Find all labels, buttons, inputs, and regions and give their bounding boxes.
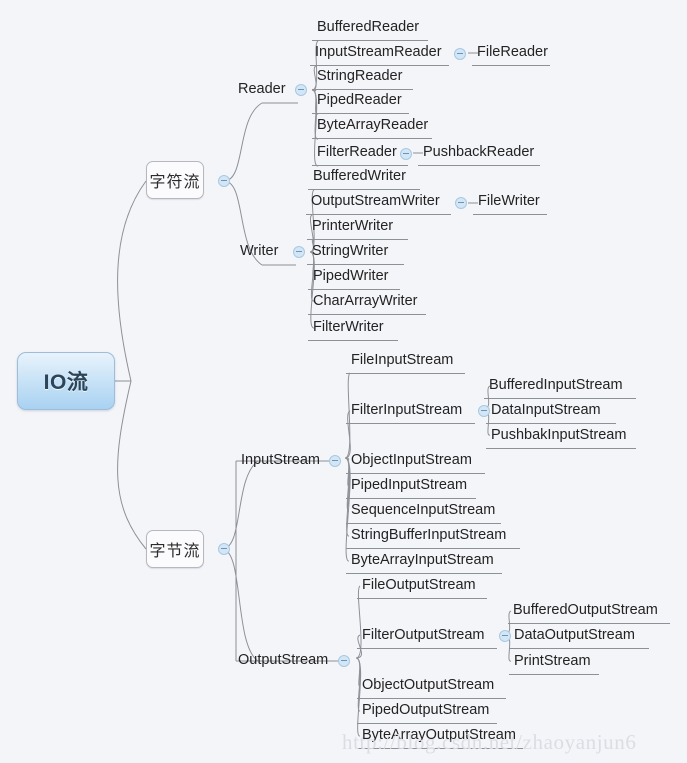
node-underline [472, 65, 550, 66]
node-underline [346, 423, 475, 424]
node-underline [357, 598, 487, 599]
node-printer-writer[interactable]: PrinterWriter [312, 218, 393, 235]
node-filter-output-stream[interactable]: FilterOutputStream [362, 627, 485, 644]
node-file-output-stream[interactable]: FileOutputStream [362, 577, 476, 594]
node-underline [486, 423, 616, 424]
node-underline [308, 314, 426, 315]
minus-circle-icon-filter-input-stream[interactable] [478, 405, 490, 417]
node-underline [473, 214, 547, 215]
node-pushbak-input-stream[interactable]: PushbakInputStream [491, 427, 626, 444]
node-underline [307, 239, 408, 240]
minus-circle-icon-byte-stream[interactable] [218, 543, 230, 555]
minus-circle-icon-writer[interactable] [293, 246, 305, 258]
node-underline [346, 523, 501, 524]
node-filter-writer[interactable]: FilterWriter [313, 319, 384, 336]
node-underline [346, 373, 465, 374]
node-filter-input-stream[interactable]: FilterInputStream [351, 402, 462, 419]
minus-circle-icon-filter-output-stream[interactable] [499, 630, 511, 642]
mindmap-canvas: IO流 字符流 字节流 Reader BufferedReader InputS… [0, 0, 687, 763]
node-underline [509, 674, 599, 675]
node-underline [306, 214, 451, 215]
node-file-writer[interactable]: FileWriter [478, 193, 540, 210]
minus-circle-icon-output-stream-writer[interactable] [455, 197, 467, 209]
node-underline [357, 648, 497, 649]
node-output-stream[interactable]: OutputStream [238, 652, 328, 669]
minus-circle-icon-character-stream[interactable] [218, 175, 230, 187]
minus-circle-icon-input-stream[interactable] [329, 455, 341, 467]
node-buffered-output-stream[interactable]: BufferedOutputStream [513, 602, 658, 619]
node-input-stream[interactable]: InputStream [241, 452, 320, 469]
node-buffered-input-stream[interactable]: BufferedInputStream [489, 377, 623, 394]
node-data-input-stream[interactable]: DataInputStream [491, 402, 601, 419]
node-underline [307, 264, 404, 265]
node-string-writer[interactable]: StringWriter [312, 243, 388, 260]
node-piped-output-stream[interactable]: PipedOutputStream [362, 702, 489, 719]
node-buffered-writer[interactable]: BufferedWriter [313, 168, 406, 185]
node-string-buffer-input-stream[interactable]: StringBufferInputStream [351, 527, 506, 544]
node-underline [312, 113, 409, 114]
node-buffered-reader[interactable]: BufferedReader [317, 19, 419, 36]
node-underline [310, 65, 449, 66]
node-underline [509, 648, 649, 649]
node-underline [312, 89, 413, 90]
node-underline [346, 473, 485, 474]
node-underline [418, 165, 540, 166]
node-char-array-writer[interactable]: CharArrayWriter [313, 293, 417, 310]
root-node-io-stream[interactable]: IO流 [17, 352, 115, 410]
node-underline [346, 573, 502, 574]
minus-circle-icon-filter-reader[interactable] [400, 148, 412, 160]
minus-circle-icon-output-stream[interactable] [338, 655, 350, 667]
node-piped-input-stream[interactable]: PipedInputStream [351, 477, 467, 494]
root-node-label: IO流 [43, 371, 89, 394]
branch-node-label: 字节流 [149, 541, 201, 560]
node-object-input-stream[interactable]: ObjectInputStream [351, 452, 472, 469]
branch-node-character-stream[interactable]: 字符流 [146, 161, 204, 199]
minus-circle-icon-reader[interactable] [295, 84, 307, 96]
node-underline [312, 165, 408, 166]
node-sequence-input-stream[interactable]: SequenceInputStream [351, 502, 495, 519]
node-underline [308, 289, 400, 290]
node-file-input-stream[interactable]: FileInputStream [351, 352, 453, 369]
node-underline [346, 548, 520, 549]
node-underline [486, 448, 636, 449]
node-pushback-reader[interactable]: PushbackReader [423, 144, 534, 161]
node-underline [308, 340, 398, 341]
node-filter-reader[interactable]: FilterReader [317, 144, 397, 161]
node-underline [357, 698, 506, 699]
minus-circle-icon-input-stream-reader[interactable] [454, 48, 466, 60]
node-input-stream-reader[interactable]: InputStreamReader [315, 44, 442, 61]
node-underline [508, 623, 670, 624]
node-underline [312, 138, 432, 139]
node-file-reader[interactable]: FileReader [477, 44, 548, 61]
node-data-output-stream[interactable]: DataOutputStream [514, 627, 635, 644]
node-output-stream-writer[interactable]: OutputStreamWriter [311, 193, 440, 210]
node-underline [312, 40, 428, 41]
node-underline [357, 723, 497, 724]
node-string-reader[interactable]: StringReader [317, 68, 402, 85]
node-reader[interactable]: Reader [238, 81, 286, 98]
node-object-output-stream[interactable]: ObjectOutputStream [362, 677, 494, 694]
node-byte-array-input-stream[interactable]: ByteArrayInputStream [351, 552, 494, 569]
node-piped-reader[interactable]: PipedReader [317, 92, 402, 109]
node-print-stream[interactable]: PrintStream [514, 653, 591, 670]
node-underline [346, 498, 476, 499]
watermark-text: http://blog.csdn.net/zhaoyanjun6 [342, 730, 637, 754]
node-byte-array-reader[interactable]: ByteArrayReader [317, 117, 428, 134]
node-underline [308, 189, 420, 190]
node-piped-writer[interactable]: PipedWriter [313, 268, 388, 285]
branch-node-label: 字符流 [149, 172, 201, 191]
node-underline [484, 398, 636, 399]
branch-node-byte-stream[interactable]: 字节流 [146, 530, 204, 568]
node-writer[interactable]: Writer [240, 243, 278, 260]
